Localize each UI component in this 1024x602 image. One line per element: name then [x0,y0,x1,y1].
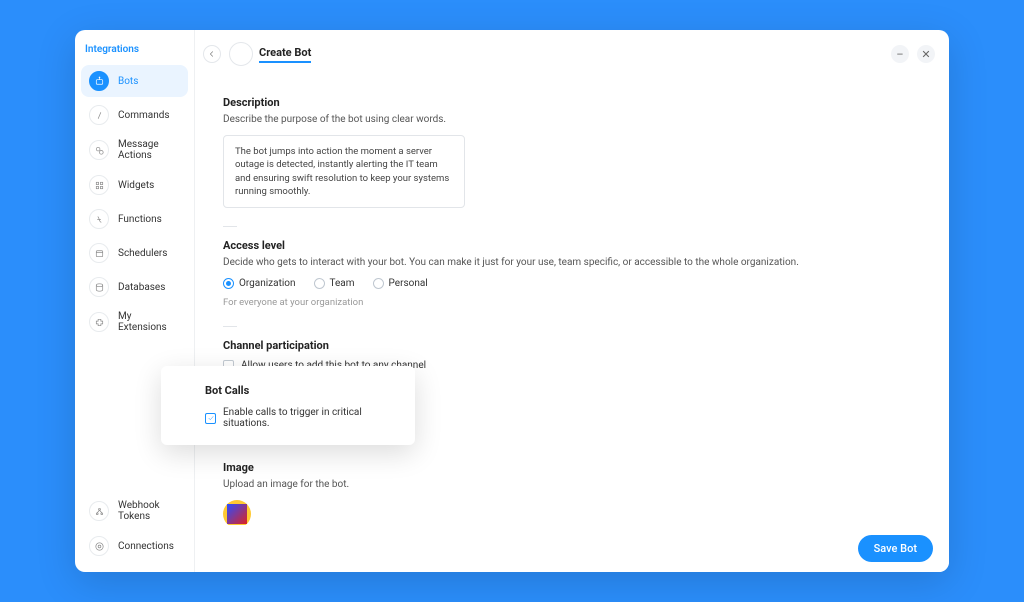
sidebar-item-label: Bots [118,76,138,87]
sidebar-item-commands[interactable]: Commands [81,99,188,131]
topbar: Create Bot – ✕ [195,30,949,76]
minimize-button[interactable]: – [891,45,909,63]
bot-calls-title: Bot Calls [205,384,395,397]
widget-icon [89,175,109,195]
access-subtitle: Decide who gets to interact with your bo… [223,257,921,268]
connections-icon [89,536,109,556]
scheduler-icon [89,243,109,263]
sidebar-item-label: Commands [118,110,170,121]
radio-personal[interactable]: Personal [373,278,428,289]
sidebar-item-label: Functions [118,214,162,225]
app-window: Integrations Bots Commands Message Actio… [75,30,949,572]
sidebar-item-label: Widgets [118,180,154,191]
webhook-icon [89,501,109,521]
description-title: Description [223,96,921,109]
window-controls: – ✕ [891,45,935,63]
divider [223,326,237,327]
page-title: Create Bot [259,46,311,63]
back-button[interactable] [229,42,253,66]
avatar-image [227,504,247,524]
sidebar-item-my-extensions[interactable]: My Extensions [81,305,188,339]
content-area: Description Describe the purpose of the … [195,76,949,572]
save-button[interactable]: Save Bot [858,535,933,562]
image-title: Image [223,461,921,474]
sidebar-item-functions[interactable]: Functions [81,203,188,235]
access-hint: For everyone at your organization [223,297,921,308]
description-subtitle: Describe the purpose of the bot using cl… [223,114,921,125]
sidebar-item-message-actions[interactable]: Message Actions [81,133,188,167]
radio-dot-icon [373,278,384,289]
channel-title: Channel participation [223,339,921,352]
radio-dot-icon [223,278,234,289]
bot-icon [89,71,109,91]
sidebar-item-bots[interactable]: Bots [81,65,188,97]
checkbox-label: Enable calls to trigger in critical situ… [223,407,395,429]
radio-dot-icon [314,278,325,289]
sidebar-item-label: Databases [118,282,165,293]
bot-calls-popup: Bot Calls Enable calls to trigger in cri… [161,366,415,445]
bot-calls-checkbox-row[interactable]: Enable calls to trigger in critical situ… [205,407,395,429]
bot-avatar-upload[interactable] [223,500,251,528]
sidebar-item-label: Message Actions [118,139,180,161]
radio-team[interactable]: Team [314,278,355,289]
sidebar-item-databases[interactable]: Databases [81,271,188,303]
extension-icon [89,312,109,332]
footer: Save Bot [195,525,949,572]
sidebar-item-webhook-tokens[interactable]: Webhook Tokens [81,494,188,528]
sidebar-item-widgets[interactable]: Widgets [81,169,188,201]
radio-label: Organization [239,278,296,289]
sidebar-title: Integrations [81,44,188,65]
sidebar-bottom: Webhook Tokens Connections [81,494,188,562]
radio-label: Personal [389,278,428,289]
access-radio-group: Organization Team Personal [223,278,921,289]
collapse-sidebar-button[interactable] [203,45,221,63]
sidebar: Integrations Bots Commands Message Actio… [75,30,195,572]
action-icon [89,140,109,160]
sidebar-item-connections[interactable]: Connections [81,530,188,562]
function-icon [89,209,109,229]
close-button[interactable]: ✕ [917,45,935,63]
checkbox-icon [205,413,216,424]
access-title: Access level [223,239,921,252]
sidebar-item-schedulers[interactable]: Schedulers [81,237,188,269]
radio-organization[interactable]: Organization [223,278,296,289]
image-subtitle: Upload an image for the bot. [223,479,921,490]
sidebar-item-label: My Extensions [118,311,180,333]
sidebar-item-label: Connections [118,541,174,552]
description-textarea[interactable]: The bot jumps into action the moment a s… [223,135,465,208]
radio-label: Team [330,278,355,289]
slash-icon [89,105,109,125]
sidebar-item-label: Webhook Tokens [118,500,180,522]
database-icon [89,277,109,297]
sidebar-item-label: Schedulers [118,248,167,259]
main-panel: Create Bot – ✕ Description Describe the … [195,30,949,572]
divider [223,226,237,227]
